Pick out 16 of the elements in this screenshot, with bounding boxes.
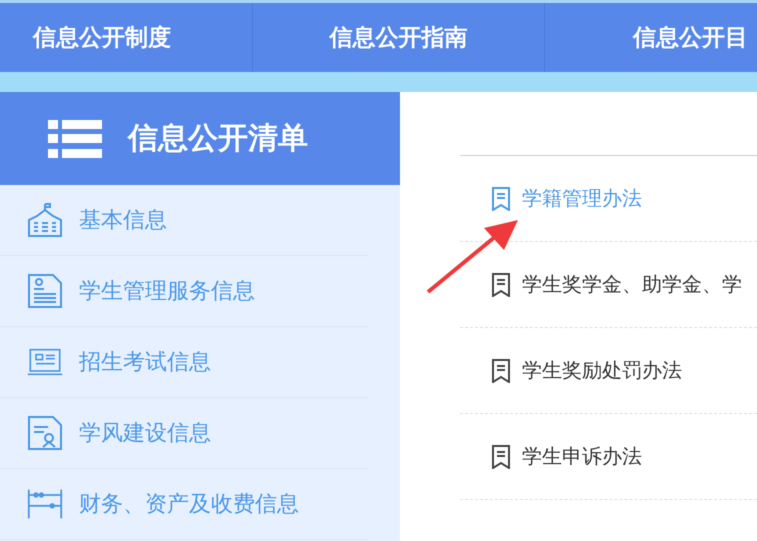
sidebar-item[interactable]: 招生考试信息 (0, 327, 368, 398)
sidebar-title: 信息公开清单 (128, 120, 308, 158)
sidebar-item[interactable]: 学风建设信息 (0, 398, 368, 469)
list-icon (48, 120, 102, 158)
certificate-icon (27, 415, 63, 451)
bookmark-icon (492, 444, 510, 468)
school-building-icon (27, 202, 63, 238)
document-link[interactable]: 学生奖励处罚办法 (460, 328, 757, 414)
bookmark-icon (492, 272, 510, 296)
sidebar-item[interactable]: 基本信息 (0, 185, 368, 256)
profile-document-icon (27, 273, 63, 309)
document-link[interactable]: 学生申诉办法 (460, 414, 757, 500)
sidebar-item[interactable]: 财务、资产及收费信息 (0, 469, 368, 540)
bookmark-icon (492, 186, 510, 210)
sidebar-item[interactable]: 学生管理服务信息 (0, 256, 368, 327)
bookmark-icon (492, 358, 510, 382)
